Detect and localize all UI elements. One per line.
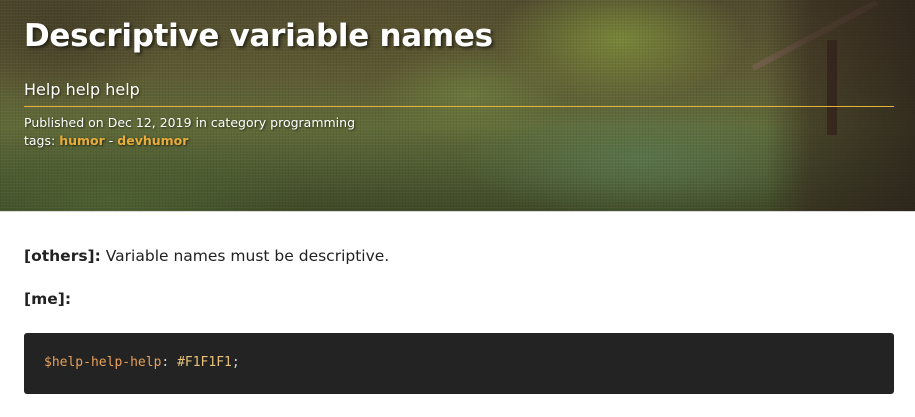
paragraph-me: [me]: bbox=[24, 287, 894, 311]
published-line: Published on Dec 12, 2019 in category pr… bbox=[24, 114, 894, 132]
code-block: $help-help-help: #F1F1F1; bbox=[24, 333, 894, 394]
page-title: Descriptive variable names bbox=[24, 18, 493, 54]
code-value: #F1F1F1 bbox=[177, 355, 232, 370]
others-quote: Variable names must be descriptive. bbox=[105, 247, 390, 265]
page-subtitle: Help help help bbox=[24, 79, 894, 107]
tag-separator: - bbox=[108, 133, 114, 148]
tags-label: tags: bbox=[24, 133, 56, 148]
category-prefix: in category bbox=[195, 115, 267, 130]
code-variable: $help-help-help bbox=[44, 355, 162, 370]
header-content: Descriptive variable names Help help hel… bbox=[24, 15, 894, 150]
post-meta: Published on Dec 12, 2019 in category pr… bbox=[24, 114, 894, 150]
code-colon: : bbox=[161, 355, 170, 370]
speaker-me: [me]: bbox=[24, 290, 72, 308]
published-date: Dec 12, 2019 bbox=[107, 115, 192, 130]
category-name: programming bbox=[270, 115, 356, 130]
paragraph-others: [others]: Variable names must be descrip… bbox=[24, 244, 894, 268]
tag-link-humor[interactable]: humor bbox=[59, 133, 105, 148]
code-semicolon: ; bbox=[231, 355, 240, 370]
speaker-others: [others]: bbox=[24, 247, 101, 265]
tag-link-devhumor[interactable]: devhumor bbox=[117, 133, 188, 148]
published-prefix: Published on bbox=[24, 115, 104, 130]
post-header: Descriptive variable names Help help hel… bbox=[0, 0, 915, 212]
post-body: [others]: Variable names must be descrip… bbox=[24, 244, 894, 394]
tags-line: tags: humor - devhumor bbox=[24, 132, 894, 150]
